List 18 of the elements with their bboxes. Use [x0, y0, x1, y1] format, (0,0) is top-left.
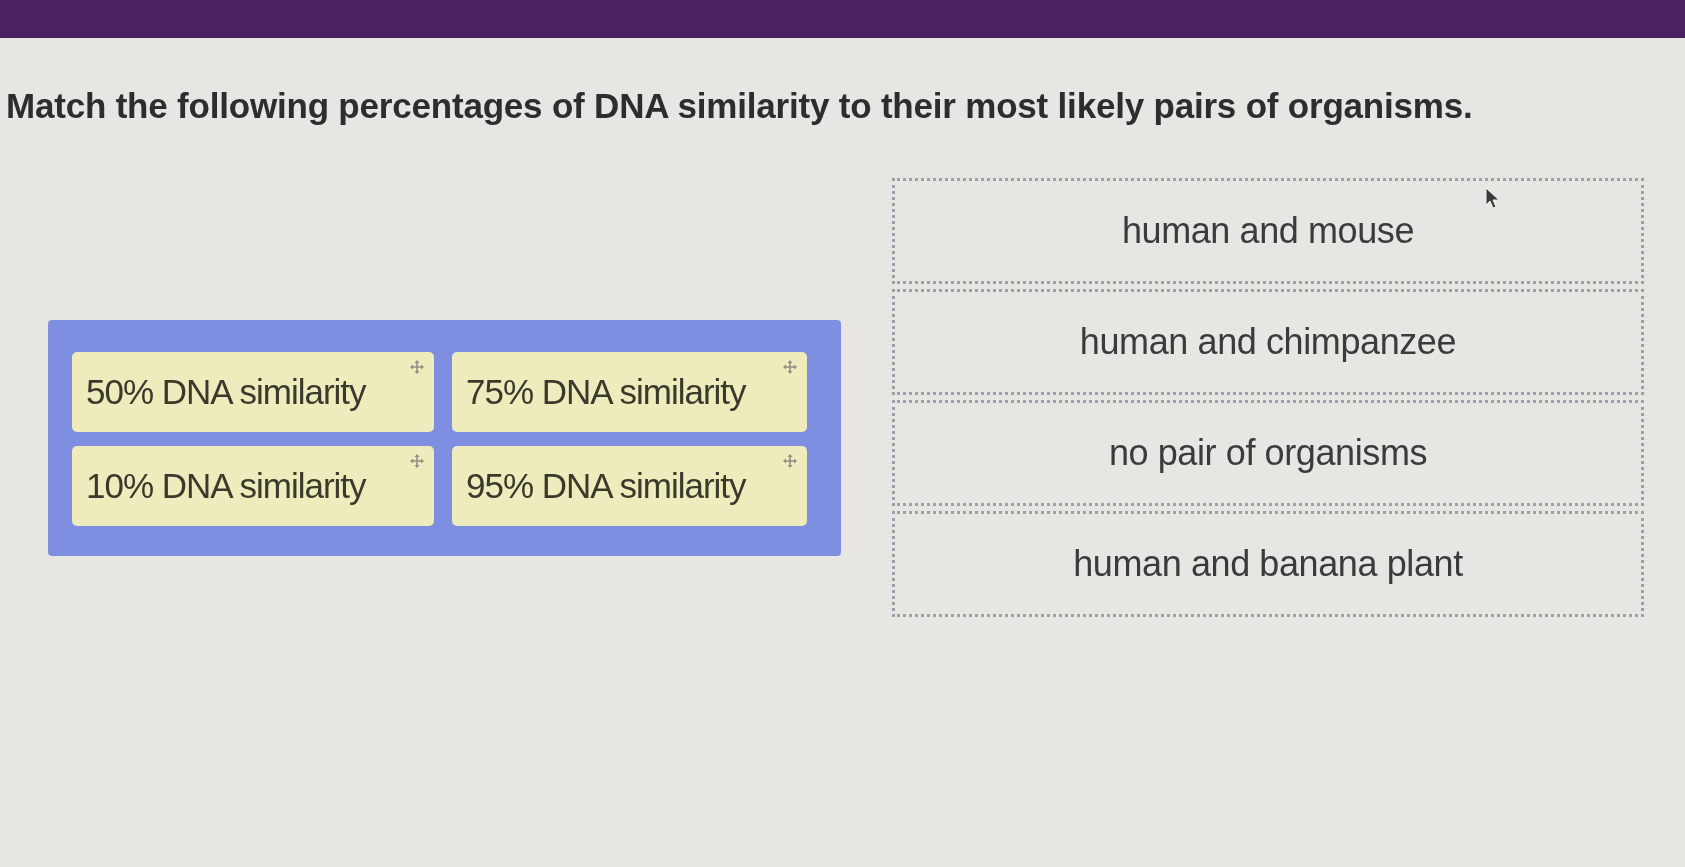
answer-tile[interactable]: 75% DNA similarity — [452, 352, 807, 432]
move-icon — [410, 454, 424, 468]
answer-tile[interactable]: 50% DNA similarity — [72, 352, 434, 432]
drop-zone[interactable]: no pair of organisms — [892, 400, 1644, 506]
tile-label: 10% DNA similarity — [86, 466, 366, 506]
tile-label: 50% DNA similarity — [86, 372, 366, 412]
drop-zone[interactable]: human and mouse — [892, 178, 1644, 284]
cursor-icon — [1485, 187, 1501, 209]
tile-label: 75% DNA similarity — [466, 372, 746, 412]
question-text: Match the following percentages of DNA similarity to their most likely pairs of organisms. — [6, 85, 1474, 127]
move-icon — [783, 360, 797, 374]
tile-label: 95% DNA similarity — [466, 466, 746, 506]
drop-zone[interactable]: human and chimpanzee — [892, 289, 1644, 395]
drop-zone[interactable]: human and banana plant — [892, 511, 1644, 617]
move-icon — [410, 360, 424, 374]
answer-tile[interactable]: 10% DNA similarity — [72, 446, 434, 526]
answer-tile[interactable]: 95% DNA similarity — [452, 446, 807, 526]
move-icon — [783, 454, 797, 468]
